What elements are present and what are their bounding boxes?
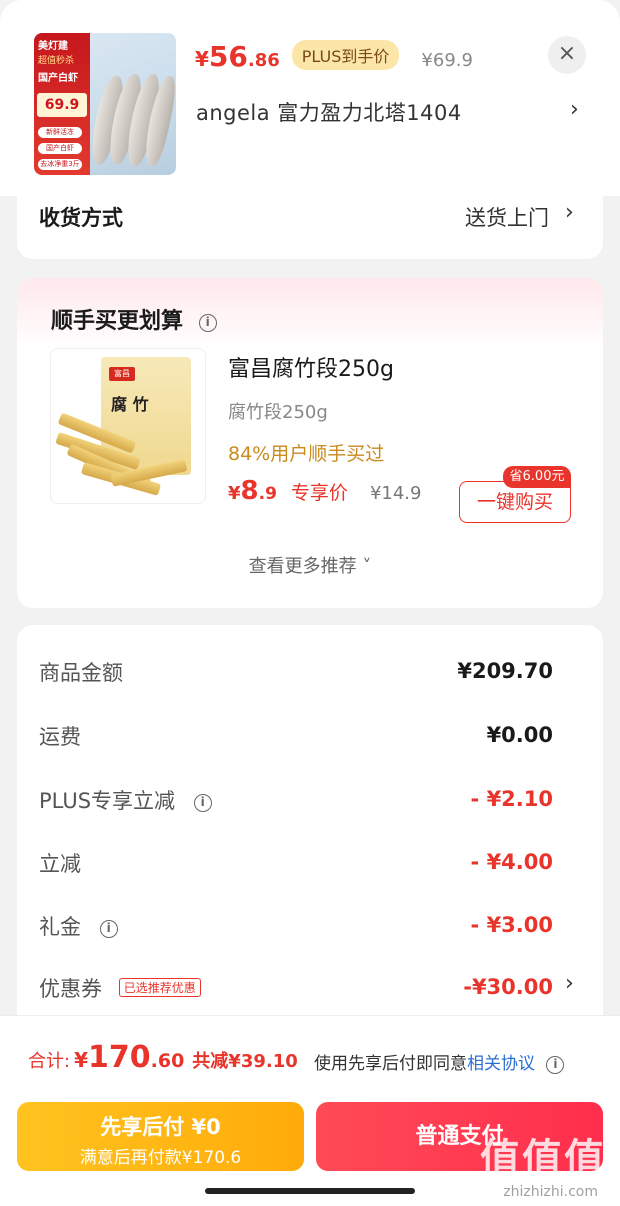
chevron-right-icon: › xyxy=(565,200,574,225)
summary-value: - ¥2.10 xyxy=(470,787,553,811)
recommended-product-stat: 84%用户顺手买过 xyxy=(228,443,385,465)
original-price: ¥69.9 xyxy=(421,50,473,71)
thumbnail-chip: 新鲜活冻 xyxy=(38,127,82,138)
info-icon[interactable]: i xyxy=(193,794,212,812)
chevron-right-icon[interactable]: › xyxy=(570,97,579,122)
total-decimal: .60 xyxy=(150,1050,185,1072)
delivery-method-label: 收货方式 xyxy=(39,206,123,230)
bnpl-title: 先享后付 ¥0 xyxy=(100,1115,221,1139)
checkout-bar: 合计: ¥ 170 .60 共减¥39.10 使用先享后付即同意相关协议 i 先… xyxy=(0,1015,620,1206)
summary-value: - ¥4.00 xyxy=(470,850,553,874)
summary-value: ¥209.70 xyxy=(457,659,553,683)
close-icon[interactable]: × xyxy=(548,36,586,74)
bag-logo: 富昌 xyxy=(109,367,135,381)
info-icon[interactable]: i xyxy=(546,1056,565,1074)
summary-label-group: 优惠券 已选推荐优惠 xyxy=(39,973,201,1003)
watermark-text: 值值值 xyxy=(480,1136,606,1182)
agreement-text: 使用先享后付即同意 xyxy=(314,1054,467,1074)
agreement-notice: 使用先享后付即同意相关协议 i xyxy=(314,1049,565,1075)
product-price-row: ¥ 56 .86 PLUS到手价 ¥69.9 xyxy=(195,40,473,73)
summary-label: PLUS专享立减 xyxy=(39,789,176,813)
summary-label: 立减 xyxy=(39,852,81,876)
delivery-address[interactable]: angela 富力盈力北塔1404 xyxy=(196,97,462,127)
plus-price-badge: PLUS到手价 xyxy=(291,40,400,70)
delivery-method-value: 送货上门 xyxy=(465,206,549,230)
recommendation-card: 顺手买更划算 i 富昌 腐 竹 富昌腐竹段250g 腐竹段250g 84%用户顺… xyxy=(17,278,603,608)
chevron-right-icon[interactable]: › xyxy=(565,971,574,996)
info-icon[interactable]: i xyxy=(99,920,118,938)
summary-value: ¥0.00 xyxy=(486,723,553,747)
price-integer: 56 xyxy=(208,40,248,73)
summary-row-shipping: 运费 ¥0.00 xyxy=(17,717,603,757)
summary-label-group: PLUS专享立减 i xyxy=(39,785,212,815)
recommended-product-name[interactable]: 富昌腐竹段250g xyxy=(228,351,394,383)
summary-label: 商品金额 xyxy=(39,661,123,685)
exclusive-price-label: 专享价 xyxy=(290,482,348,504)
recommended-product-image[interactable]: 富昌 腐 竹 xyxy=(50,348,206,504)
watermark-logo: 值值值 zhizhizhi.com xyxy=(442,1126,612,1206)
thumbnail-price: 69.9 xyxy=(37,93,87,117)
info-icon[interactable]: i xyxy=(198,314,217,332)
price-decimal: .86 xyxy=(247,50,280,71)
order-total: 合计: ¥ 170 .60 共减¥39.10 xyxy=(28,1040,298,1075)
summary-row-coupon[interactable]: 优惠券 已选推荐优惠 -¥30.00 › xyxy=(17,969,603,1009)
bnpl-subtitle: 满意后再付款¥170.6 xyxy=(79,1148,242,1168)
recommended-product-spec: 腐竹段250g xyxy=(228,402,328,423)
total-integer: 170 xyxy=(88,1040,151,1075)
price-currency: ¥ xyxy=(228,483,241,504)
order-summary-card: 商品金额 ¥209.70 运费 ¥0.00 PLUS专享立减 i - ¥2.10… xyxy=(17,625,603,1045)
agreement-link[interactable]: 相关协议 xyxy=(467,1054,535,1074)
summary-row-subtotal: 商品金额 ¥209.70 xyxy=(17,653,603,693)
bag-label: 腐 竹 xyxy=(111,395,149,414)
summary-row-plus-discount: PLUS专享立减 i - ¥2.10 xyxy=(17,781,603,821)
price-currency: ¥ xyxy=(195,47,209,71)
summary-value: -¥30.00 xyxy=(463,975,553,999)
thumbnail-title: 国产白虾 xyxy=(38,73,78,84)
buy-now-pay-later-button[interactable]: 先享后付 ¥0 满意后再付款¥170.6 xyxy=(17,1102,304,1171)
product-thumbnail[interactable]: 美灯建 超值秒杀 国产白虾 69.9 新鲜活冻 国产白虾 去冰净重3斤 xyxy=(34,33,176,175)
total-label: 合计: xyxy=(28,1051,71,1072)
price-decimal: .9 xyxy=(258,484,277,504)
original-price: ¥14.9 xyxy=(369,483,422,504)
thumbnail-tag: 超值秒杀 xyxy=(38,56,75,66)
thumbnail-chip: 国产白虾 xyxy=(38,143,82,154)
summary-label: 运费 xyxy=(39,725,81,749)
recommendation-title: 顺手买更划算 i xyxy=(51,303,217,335)
summary-row-gift-money: 礼金 i - ¥3.00 xyxy=(17,907,603,947)
savings-badge: 省6.00元 xyxy=(503,466,571,488)
watermark-url: zhizhizhi.com xyxy=(503,1184,598,1200)
home-indicator[interactable] xyxy=(205,1188,415,1194)
summary-label: 礼金 xyxy=(39,915,81,939)
summary-value: - ¥3.00 xyxy=(470,913,553,937)
coupon-selected-tag: 已选推荐优惠 xyxy=(118,978,201,997)
delivery-method-card[interactable]: 收货方式 送货上门 › xyxy=(17,184,603,259)
total-saved: 共减¥39.10 xyxy=(192,1051,298,1072)
recommendation-title-text: 顺手买更划算 xyxy=(51,309,184,334)
product-header: 美灯建 超值秒杀 国产白虾 69.9 新鲜活冻 国产白虾 去冰净重3斤 ¥ 56… xyxy=(0,0,620,196)
summary-label-group: 礼金 i xyxy=(39,911,118,941)
price-integer: 8 xyxy=(240,476,259,506)
thumbnail-brand: 美灯建 xyxy=(38,41,68,52)
summary-row-instant-discount: 立减 - ¥4.00 xyxy=(17,844,603,884)
summary-label: 优惠券 xyxy=(39,977,102,1001)
view-more-recommendations[interactable]: 查看更多推荐 ˅ xyxy=(17,552,603,578)
total-currency: ¥ xyxy=(74,1048,88,1072)
thumbnail-chip: 去冰净重3斤 xyxy=(38,159,82,170)
recommended-product-price: ¥ 8 .9 专享价 ¥14.9 xyxy=(228,476,421,506)
